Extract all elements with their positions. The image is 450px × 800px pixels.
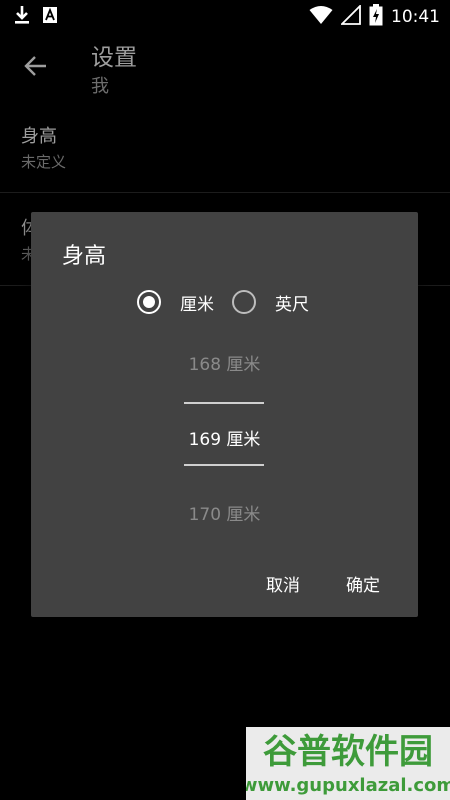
radio-label-centimeter: 厘米 xyxy=(180,294,214,315)
back-button[interactable] xyxy=(18,48,54,84)
cancel-button[interactable]: 取消 xyxy=(260,567,306,600)
signal-icon xyxy=(339,3,361,29)
height-number-picker[interactable]: 168 厘米 169 厘米 170 厘米 xyxy=(31,342,418,542)
picker-current-value[interactable]: 169 厘米 xyxy=(31,425,418,450)
picker-next-value[interactable]: 170 厘米 xyxy=(31,500,418,525)
height-dialog: 身高 厘米 英尺 168 厘米 169 厘米 170 厘米 取消 确定 xyxy=(31,212,418,617)
radio-feet[interactable]: 英尺 xyxy=(232,287,309,317)
dialog-title: 身高 xyxy=(62,244,107,269)
pref-title: 身高 xyxy=(21,126,57,147)
watermark-logo: 谷普软件园 www.gupuxlazal.com xyxy=(241,727,450,800)
battery-icon xyxy=(369,4,383,30)
ok-button[interactable]: 确定 xyxy=(340,567,386,600)
picker-prev-value[interactable]: 168 厘米 xyxy=(31,350,418,375)
download-icon xyxy=(14,5,30,29)
app-bar: 设置 我 xyxy=(0,32,450,102)
screen: 10:41 设置 我 身高 未定义 体 未 身高 厘米 英尺 168 厘米 16… xyxy=(0,0,450,800)
radio-checked-icon xyxy=(137,290,161,314)
page-subtitle: 我 xyxy=(91,76,109,97)
pref-summary: 未定义 xyxy=(21,153,67,171)
status-bar: 10:41 xyxy=(0,0,450,32)
arrow-left-icon xyxy=(24,56,46,76)
watermark-url: www.gupuxlazal.com xyxy=(246,775,450,796)
a-notification-icon xyxy=(42,6,58,28)
clock: 10:41 xyxy=(391,7,440,27)
picker-divider-top xyxy=(184,402,264,404)
radio-label-feet: 英尺 xyxy=(275,294,309,315)
page-title: 设置 xyxy=(91,45,137,71)
unit-radio-group: 厘米 英尺 xyxy=(31,287,418,317)
radio-unchecked-icon xyxy=(232,290,256,314)
radio-centimeter[interactable]: 厘米 xyxy=(137,287,214,317)
picker-divider-bottom xyxy=(184,464,264,466)
watermark-title: 谷普软件园 xyxy=(263,732,433,772)
wifi-icon xyxy=(309,5,333,29)
pref-item-height[interactable]: 身高 未定义 xyxy=(0,102,450,192)
